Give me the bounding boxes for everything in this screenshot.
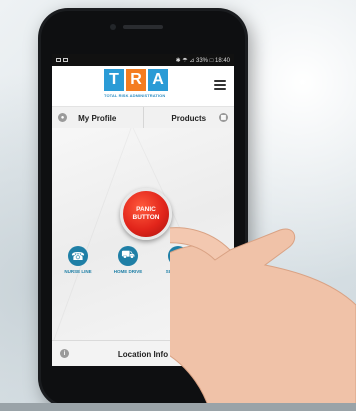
nurse-line-button[interactable]: ☎ NURSE LINE [56, 246, 100, 274]
nurse-line-label: NURSE LINE [64, 269, 92, 274]
home-drive-label: HOME DRIVE [113, 269, 143, 274]
hand-shape [170, 228, 356, 411]
user-icon: ● [58, 113, 67, 122]
hamburger-icon[interactable] [214, 80, 226, 90]
tab-bar: ● My Profile Products ▦ [52, 106, 234, 130]
background-facet [53, 128, 133, 340]
panic-button-line1: PANIC [136, 206, 156, 213]
grid-icon: ▦ [219, 113, 228, 122]
car-icon: ⛟ [118, 246, 138, 266]
tab-my-profile[interactable]: ● My Profile [52, 107, 143, 129]
app-header: T R A TOTAL RISK ADMINISTRATION [52, 66, 234, 106]
logo-letter-r: R [126, 69, 146, 91]
panic-button[interactable]: PANIC BUTTON [120, 188, 172, 240]
logo-letter-t: T [104, 69, 124, 91]
location-info-label: Location Info [117, 349, 169, 359]
phone-icon: ☎ [68, 246, 88, 266]
tab-my-profile-label: My Profile [78, 113, 117, 123]
home-drive-button[interactable]: ⛟ HOME DRIVE [106, 246, 150, 274]
hand-illustration [170, 227, 356, 411]
logo-letter-a: A [148, 69, 168, 91]
bottom-bezel-strip [0, 403, 356, 411]
tra-logo[interactable]: T R A TOTAL RISK ADMINISTRATION [104, 69, 174, 103]
panic-button-line2: BUTTON [132, 214, 160, 221]
status-bar: ✱ ☂ ⊿ 33% □ 18:40 [52, 54, 234, 66]
earpiece-speaker [123, 25, 163, 29]
status-right-text: ✱ ☂ ⊿ 33% □ 18:40 [175, 57, 230, 64]
tab-products[interactable]: Products ▦ [142, 107, 235, 129]
info-icon: i [60, 349, 69, 358]
tab-products-label: Products [171, 113, 207, 123]
sim-icon [56, 58, 61, 62]
front-camera [110, 24, 116, 30]
chat-icon [63, 58, 68, 62]
status-left-icons [56, 58, 68, 62]
logo-tagline: TOTAL RISK ADMINISTRATION [104, 93, 166, 98]
